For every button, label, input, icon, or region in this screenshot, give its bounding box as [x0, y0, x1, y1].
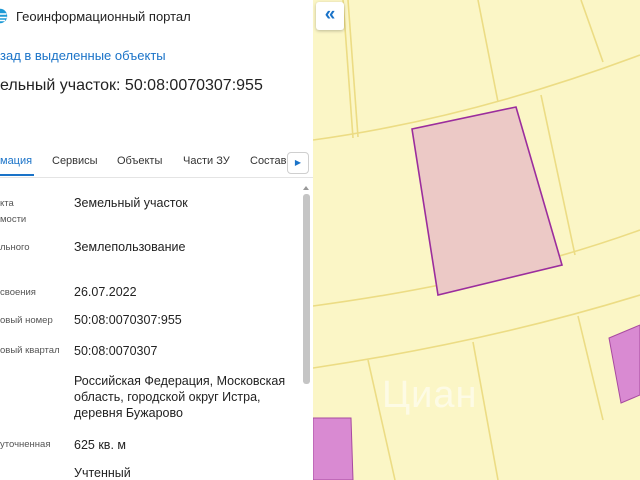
property-value-status: Учтенный	[74, 466, 131, 480]
property-label-object-type: кта мости	[0, 198, 27, 225]
property-label-area: уточненная	[0, 439, 51, 450]
property-value-cadastral-number: 50:08:0070307:955	[74, 313, 182, 327]
tab-objects[interactable]: Объекты	[117, 155, 162, 167]
tab-bar: мация Сервисы Объекты Части ЗУ Состав	[0, 150, 313, 178]
scrollbar-thumb[interactable]	[303, 194, 310, 384]
property-value-address: Российская Федерация, Московская область…	[74, 374, 286, 420]
property-label-cadastral-block: овый квартал	[0, 345, 60, 356]
globe-icon	[0, 8, 8, 24]
info-panel: Геоинформационный портал зад в выделенны…	[0, 0, 314, 480]
property-label-cadastral-number: овый номер	[0, 315, 53, 326]
portal-brand[interactable]: Геоинформационный портал	[0, 6, 191, 26]
scroll-up-icon[interactable]	[303, 186, 309, 190]
object-title: ельный участок: 50:08:0070307:955	[0, 77, 263, 94]
property-value-area: 625 кв. м	[74, 438, 126, 452]
tabs-scroll-right-button[interactable]: ▶	[287, 152, 309, 174]
neighbor-parcel-left[interactable]	[313, 417, 354, 480]
tab-information[interactable]: мация	[0, 155, 32, 167]
tab-composition[interactable]: Состав	[250, 155, 286, 167]
property-label-assignment-date: своения	[0, 287, 36, 298]
tab-parcel-parts[interactable]: Части ЗУ	[183, 155, 230, 167]
panel-scrollbar[interactable]	[302, 186, 311, 480]
active-tab-indicator	[0, 174, 34, 176]
watermark: Циан	[382, 374, 478, 416]
property-value-cadastral-block: 50:08:0070307	[74, 344, 158, 358]
property-label-parcel-type: льного	[0, 242, 30, 253]
brand-name: Геоинформационный портал	[16, 8, 191, 24]
property-value-object-type: Земельный участок	[74, 196, 188, 210]
collapse-panel-button[interactable]: «	[316, 2, 344, 30]
property-value-assignment-date: 26.07.2022	[74, 285, 137, 299]
chevron-right-icon: ▶	[294, 158, 302, 167]
tab-services[interactable]: Сервисы	[52, 155, 98, 167]
property-value-parcel-type: Землепользование	[74, 240, 186, 254]
double-chevron-left-icon: «	[324, 4, 336, 25]
back-to-selected-link[interactable]: зад в выделенные объекты	[0, 48, 166, 63]
